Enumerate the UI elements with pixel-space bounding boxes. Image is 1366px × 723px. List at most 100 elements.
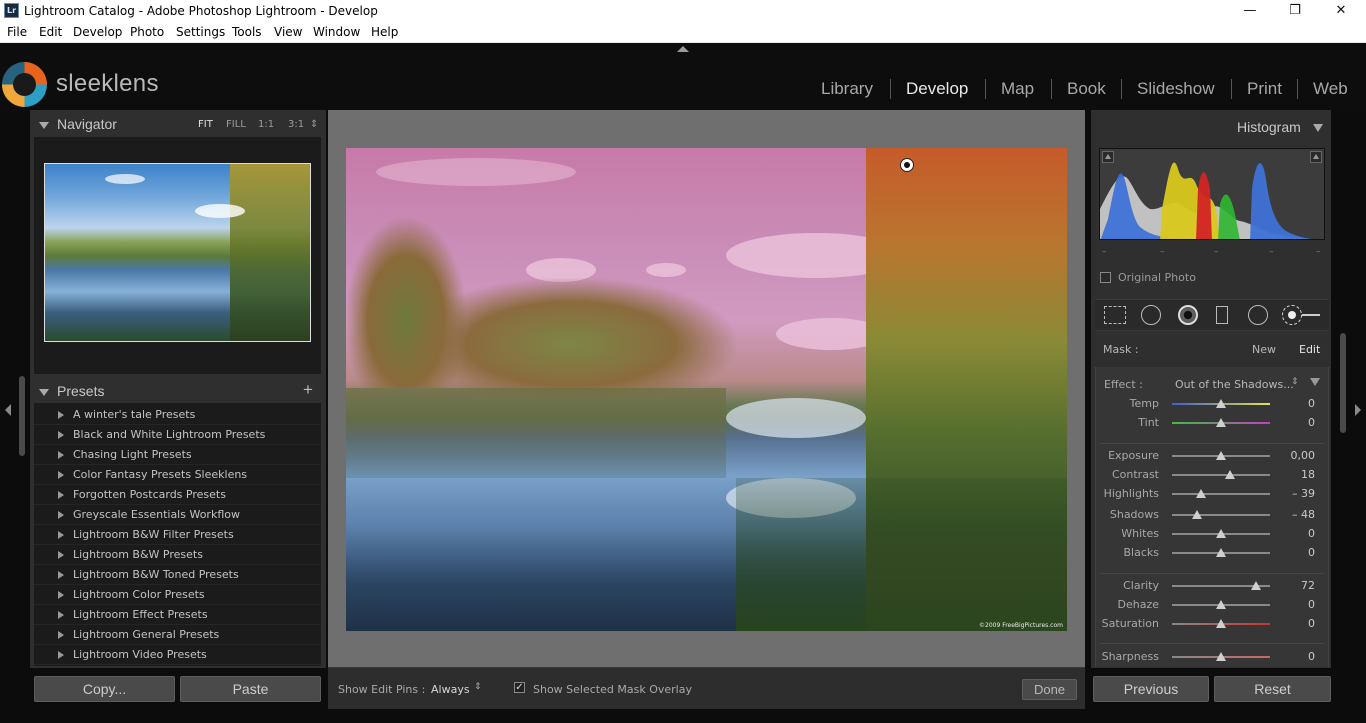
navigator-header[interactable]: Navigator [39,116,117,132]
adjustment-brush-icon[interactable] [1282,305,1322,325]
slider-value[interactable]: 0 [1308,598,1315,611]
menu-file[interactable]: File [7,25,27,39]
slider-value[interactable]: 72 [1301,579,1315,592]
preset-folder[interactable]: Lightroom General Presets [34,625,321,645]
module-slideshow[interactable]: Slideshow [1137,79,1215,99]
navigator-thumbnail[interactable] [44,163,311,342]
presets-header[interactable]: Presets [39,383,104,399]
navigator-1to1[interactable]: 1:1 [258,119,274,130]
add-preset-button[interactable]: + [303,380,313,400]
close-button[interactable]: ✕ [1318,0,1364,22]
left-panel-scrollbar[interactable] [19,376,25,456]
menu-edit[interactable]: Edit [39,25,62,39]
right-panel-scrollbar[interactable] [1340,333,1346,433]
preset-folder[interactable]: Greyscale Essentials Workflow [34,505,321,525]
slider-thumb[interactable] [1216,652,1226,661]
photo-cloud-reflection [726,398,866,438]
edit-pin-icon[interactable] [900,158,914,172]
restore-button[interactable]: ❐ [1272,0,1318,22]
slider-value[interactable]: – 39 [1292,487,1315,500]
reset-button[interactable]: Reset [1214,676,1331,702]
menu-window[interactable]: Window [313,25,360,39]
slider-track[interactable] [1172,474,1270,476]
slider-value[interactable]: – 48 [1292,508,1315,521]
radial-filter-icon[interactable] [1248,305,1268,325]
slider-value[interactable]: 0 [1308,527,1315,540]
copy-button[interactable]: Copy... [34,676,175,702]
slider-value[interactable]: 0 [1308,650,1315,663]
preset-folder[interactable]: Lightroom B&W Toned Presets [34,565,321,585]
menu-view[interactable]: View [274,25,302,39]
preset-folder[interactable]: Color Fantasy Presets Sleeklens [34,465,321,485]
slider-thumb[interactable] [1192,510,1203,519]
navigator-fill[interactable]: FILL [226,119,246,130]
module-library[interactable]: Library [821,79,873,99]
slider-value[interactable]: 0 [1308,617,1315,630]
select-spinner-icon[interactable]: ⇕ [1291,377,1299,387]
histogram-header[interactable]: Histogram [1237,119,1323,135]
slider-value[interactable]: 0 [1308,546,1315,559]
photo-preview[interactable]: ©2009 FreeBigPictures.com [346,148,1067,631]
navigator-fit[interactable]: FIT [198,119,213,130]
red-eye-icon[interactable] [1178,305,1198,325]
slider-thumb[interactable] [1216,600,1226,609]
mask-edit-button[interactable]: Edit [1299,343,1320,356]
preset-folder[interactable]: Lightroom B&W Filter Presets [34,525,321,545]
preset-folder[interactable]: Chasing Light Presets [34,445,321,465]
slider-thumb[interactable] [1216,529,1226,538]
done-button[interactable]: Done [1022,679,1077,700]
navigator-zoom-spinner-icon[interactable]: ⇕ [310,119,318,130]
preset-folder[interactable]: Lightroom Effect Presets [34,605,321,625]
histogram-chart[interactable] [1099,148,1325,240]
effect-select[interactable]: Out of the Shadows... [1175,378,1294,391]
preset-folder[interactable]: Lightroom B&W Presets [34,545,321,565]
slider-thumb[interactable] [1216,399,1226,408]
module-map[interactable]: Map [1001,79,1034,99]
preset-folder[interactable]: A winter's tale Presets [34,405,321,425]
slider-value[interactable]: 0 [1308,397,1315,410]
slider-thumb[interactable] [1216,619,1226,628]
slider-thumb[interactable] [1196,489,1207,498]
shadow-clipping-icon[interactable] [1102,151,1114,163]
slider-track[interactable] [1172,514,1270,516]
paste-button[interactable]: Paste [180,676,321,702]
collapse-right-panel-icon[interactable] [1355,404,1361,416]
preset-folder[interactable]: Lightroom Video Presets [34,645,321,665]
slider-track[interactable] [1172,493,1270,495]
slider-value[interactable]: 0,00 [1291,449,1316,462]
slider-thumb[interactable] [1216,451,1226,460]
module-develop[interactable]: Develop [906,79,968,99]
slider-thumb[interactable] [1224,470,1235,479]
menu-help[interactable]: Help [371,25,398,39]
minimize-button[interactable]: — [1227,0,1273,22]
menu-develop[interactable]: Develop [73,25,122,39]
collapse-left-panel-icon[interactable] [5,404,11,416]
collapse-effect-icon[interactable] [1310,378,1320,386]
slider-value[interactable]: 0 [1308,416,1315,429]
preset-folder[interactable]: Lightroom Color Presets [34,585,321,605]
slider-thumb[interactable] [1216,548,1226,557]
menu-tools[interactable]: Tools [232,25,262,39]
module-book[interactable]: Book [1067,79,1106,99]
select-spinner-icon[interactable]: ⇕ [474,682,482,692]
module-web[interactable]: Web [1313,79,1348,99]
graduated-filter-icon[interactable] [1216,306,1228,324]
preset-folder[interactable]: Black and White Lightroom Presets [34,425,321,445]
spot-removal-icon[interactable] [1141,305,1161,325]
show-edit-pins-select[interactable]: Always [431,683,470,696]
crop-tool-icon[interactable] [1104,306,1126,324]
menu-photo[interactable]: Photo [130,25,164,39]
mask-overlay-checkbox[interactable]: ✓ [514,682,525,693]
highlight-clipping-icon[interactable] [1310,151,1322,163]
menu-settings[interactable]: Settings [176,25,225,39]
module-print[interactable]: Print [1247,79,1282,99]
previous-button[interactable]: Previous [1093,676,1209,702]
slider-thumb[interactable] [1216,418,1226,427]
preset-folder[interactable]: Forgotten Postcards Presets [34,485,321,505]
original-photo-checkbox[interactable] [1100,272,1111,283]
mask-new-button[interactable]: New [1252,343,1276,356]
slider-value[interactable]: 18 [1301,468,1315,481]
navigator-3to1[interactable]: 3:1 [288,119,304,130]
slider-thumb[interactable] [1251,581,1262,590]
collapse-top-panel-icon[interactable] [677,46,689,52]
